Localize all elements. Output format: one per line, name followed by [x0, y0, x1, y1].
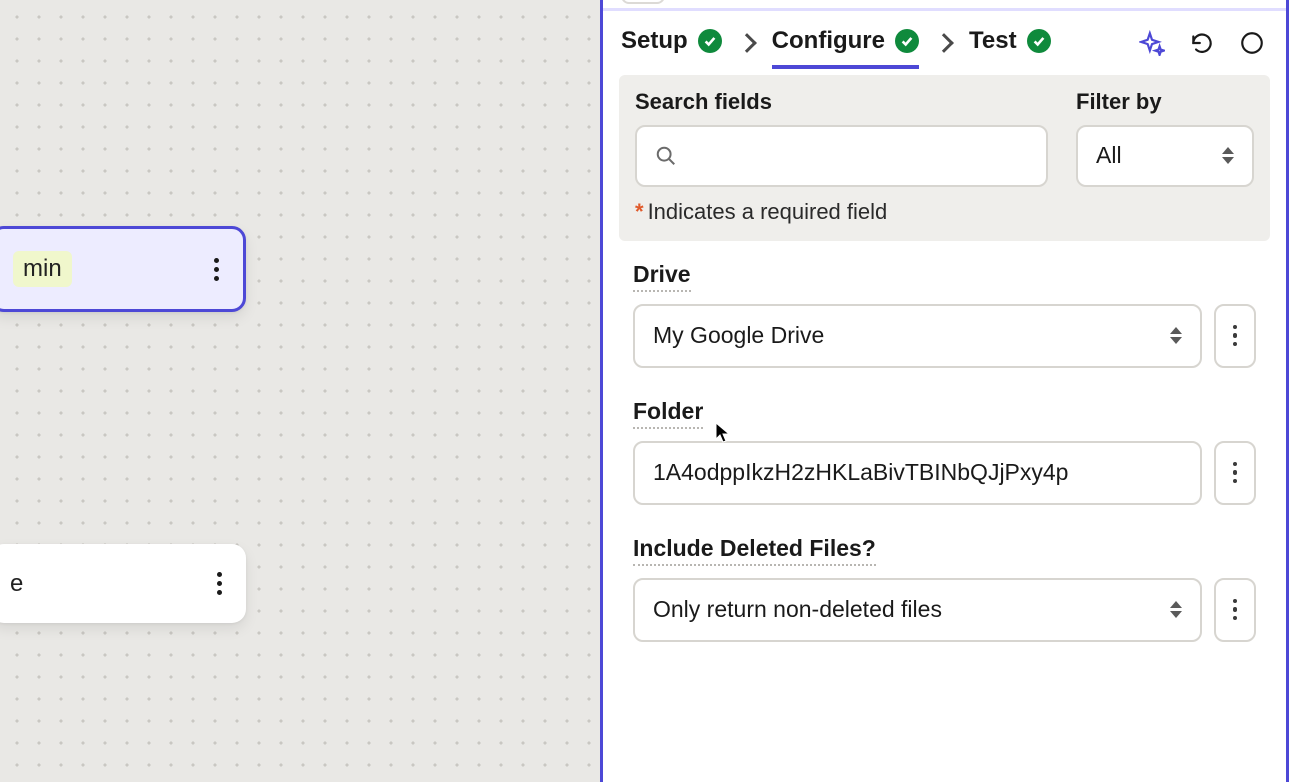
tab-setup[interactable]: Setup — [621, 27, 722, 59]
side-panel: Setup Configure Test — [600, 0, 1289, 782]
undo-icon[interactable] — [1188, 29, 1216, 57]
field-label: Include Deleted Files? — [633, 535, 876, 566]
tab-test[interactable]: Test — [969, 27, 1051, 59]
sparkle-icon[interactable] — [1138, 29, 1166, 57]
canvas-node[interactable]: e — [0, 544, 246, 623]
search-icon — [655, 145, 677, 167]
node-menu-button[interactable] — [210, 252, 223, 287]
check-icon — [1027, 29, 1051, 53]
field-folder: Folder 1A4odppIkzH2zHKLaBivTBINbQJjPxy4p — [633, 398, 1256, 505]
filter-label: Filter by — [1076, 89, 1254, 115]
search-filter-block: Search fields Filter by All *Indicates a… — [619, 75, 1270, 241]
required-note: *Indicates a required field — [635, 199, 1254, 225]
tab-label: Test — [969, 27, 1017, 55]
search-input-wrapper[interactable] — [635, 125, 1048, 187]
field-options-button[interactable] — [1214, 578, 1256, 642]
field-options-button[interactable] — [1214, 441, 1256, 505]
node-pill: min — [13, 251, 72, 287]
folder-input-wrapper[interactable]: 1A4odppIkzH2zHKLaBivTBINbQJjPxy4p — [633, 441, 1202, 505]
field-label: Folder — [633, 398, 703, 429]
field-drive: Drive My Google Drive — [633, 261, 1256, 368]
filter-value: All — [1096, 142, 1122, 169]
workflow-canvas[interactable]: min e — [0, 0, 600, 782]
filter-select[interactable]: All — [1076, 125, 1254, 187]
check-icon — [895, 29, 919, 53]
include-deleted-value: Only return non-deleted files — [653, 596, 942, 623]
canvas-node-selected[interactable]: min — [0, 226, 246, 312]
node-menu-button[interactable] — [213, 566, 226, 601]
check-icon — [698, 29, 722, 53]
chevron-updown-icon — [1170, 327, 1182, 344]
panel-header-stub — [621, 0, 665, 4]
asterisk-icon: * — [635, 199, 644, 224]
search-label: Search fields — [635, 89, 1048, 115]
dots-icon — [1229, 456, 1242, 490]
dots-icon — [1229, 593, 1242, 627]
folder-value: 1A4odppIkzH2zHKLaBivTBINbQJjPxy4p — [653, 459, 1068, 486]
tab-label: Configure — [772, 27, 885, 55]
drive-select[interactable]: My Google Drive — [633, 304, 1202, 368]
dots-icon — [1229, 319, 1242, 353]
tab-label: Setup — [621, 27, 688, 55]
circle-icon[interactable] — [1238, 29, 1266, 57]
chevron-updown-icon — [1170, 601, 1182, 618]
step-tabs: Setup Configure Test — [603, 11, 1286, 69]
drive-value: My Google Drive — [653, 322, 824, 349]
field-label: Drive — [633, 261, 691, 292]
chevron-right-icon — [934, 33, 954, 53]
field-include-deleted: Include Deleted Files? Only return non-d… — [633, 535, 1256, 642]
include-deleted-select[interactable]: Only return non-deleted files — [633, 578, 1202, 642]
chevron-right-icon — [737, 33, 757, 53]
config-form: Drive My Google Drive Folder 1A4odppIkzH… — [603, 241, 1286, 662]
field-options-button[interactable] — [1214, 304, 1256, 368]
chevron-updown-icon — [1222, 147, 1234, 164]
node-text: e — [10, 570, 23, 598]
search-input[interactable] — [689, 142, 1028, 169]
tab-configure[interactable]: Configure — [772, 27, 919, 69]
